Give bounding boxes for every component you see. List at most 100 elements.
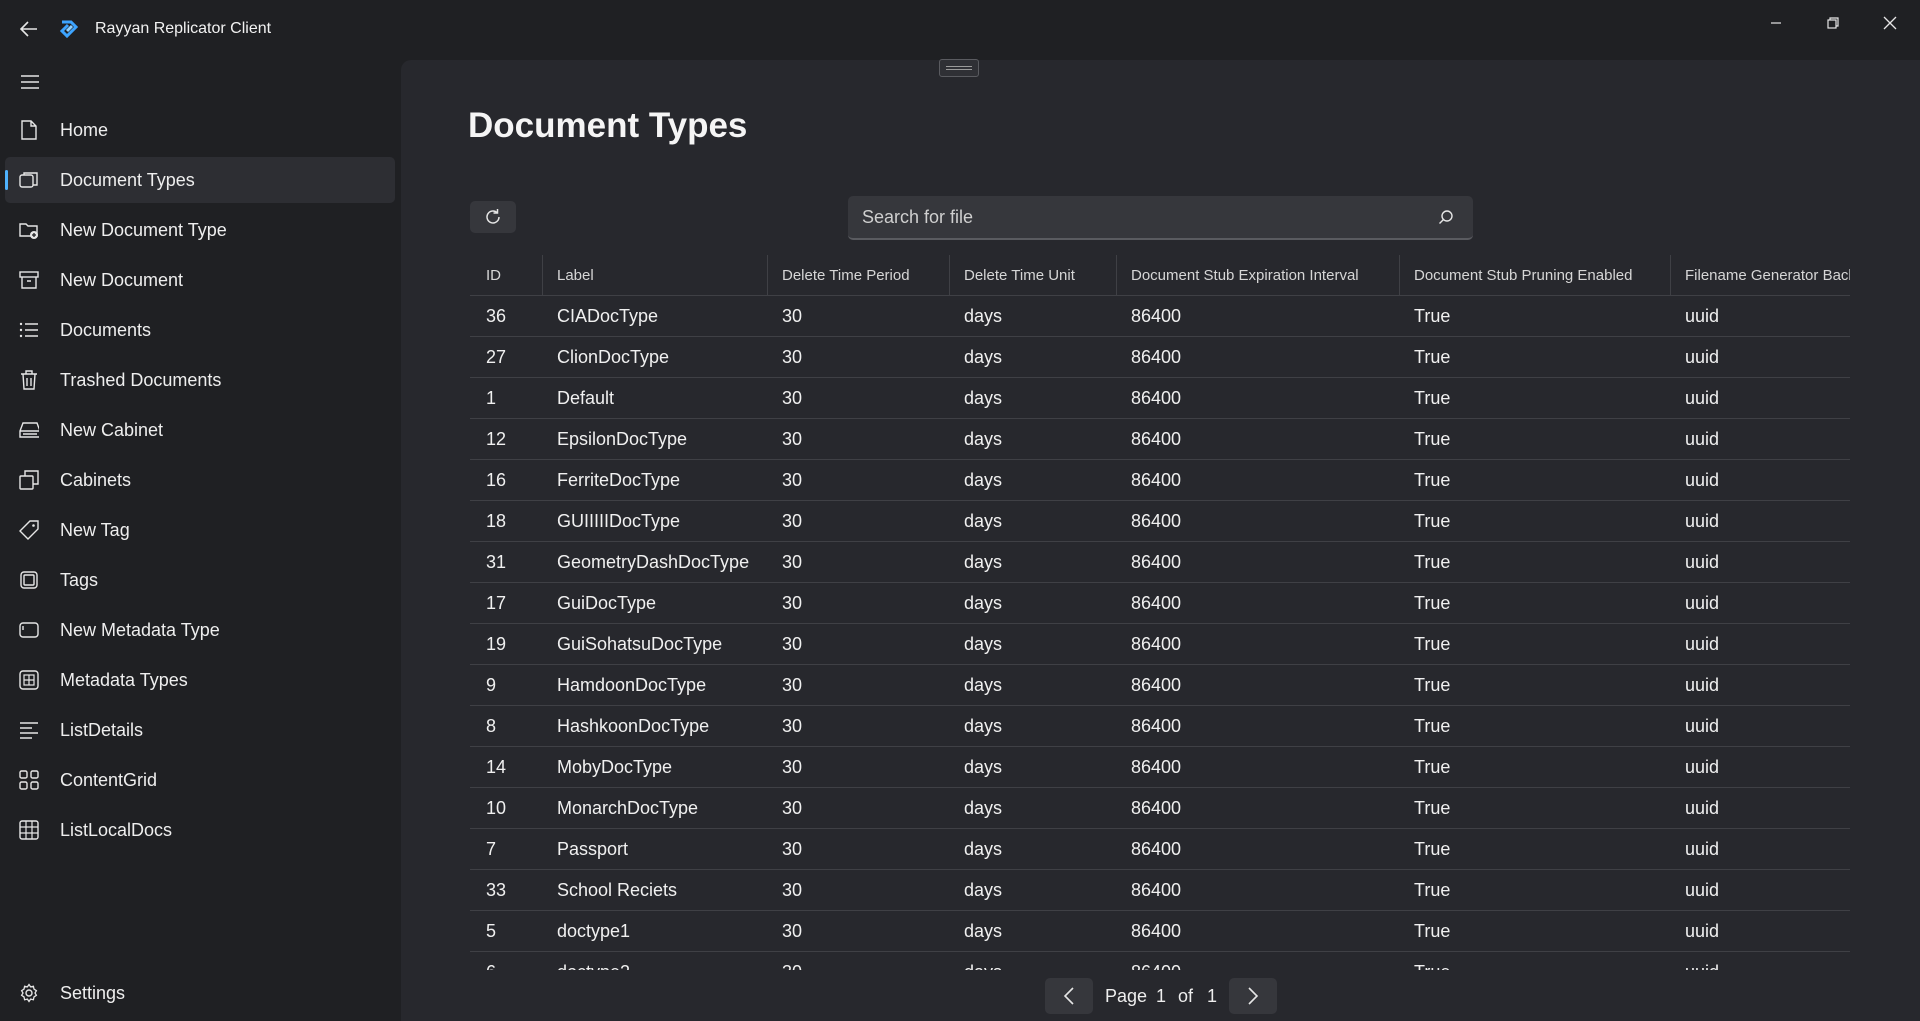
cell-stub-expiration-interval: 86400	[1131, 470, 1182, 490]
cell-id: 7	[486, 839, 497, 859]
sidebar-item-label: Tags	[60, 569, 99, 590]
cell-delete-time-unit: days	[964, 634, 1003, 654]
sidebar-item-documents[interactable]: Documents	[5, 307, 395, 353]
cell-filename-generator: uuid	[1685, 921, 1720, 941]
table-row[interactable]: 7 Passport 30 days 86400 True uuid	[470, 829, 1850, 870]
cell-delete-time-period: 30	[782, 798, 803, 818]
sidebar-item-tags[interactable]: Tags	[5, 557, 395, 603]
table-row[interactable]: 33 School Reciets 30 days 86400 True uuid	[470, 870, 1850, 911]
sidebar-item-new-document-type[interactable]: New Document Type	[5, 207, 395, 253]
cell-stub-pruning-enabled: True	[1414, 306, 1451, 326]
sidebar-item-document-types[interactable]: Document Types	[5, 157, 395, 203]
restore-button[interactable]	[1810, 6, 1856, 40]
cell-label: HashkoonDocType	[557, 716, 710, 736]
cell-delete-time-period: 30	[782, 511, 803, 531]
sidebar-item-listdetails[interactable]: ListDetails	[5, 707, 395, 753]
page-title: Document Types	[468, 106, 748, 145]
cell-stub-expiration-interval: 86400	[1131, 511, 1182, 531]
table-row[interactable]: 1 Default 30 days 86400 True uuid	[470, 378, 1850, 419]
sidebar-item-new-metadata-type[interactable]: New Metadata Type	[5, 607, 395, 653]
table-row[interactable]: 6 doctype2 30 days 86400 True uuid	[470, 952, 1850, 970]
trash-icon	[19, 370, 39, 390]
column-header-delete-time-period[interactable]: Delete Time Period	[767, 255, 949, 296]
search-icon[interactable]	[1438, 209, 1456, 227]
cell-label: GUIIIIIDocType	[557, 511, 681, 531]
cell-stub-pruning-enabled: True	[1414, 952, 1450, 970]
table-row[interactable]: 31 GeometryDashDocType 30 days 86400 True uuid	[470, 542, 1850, 583]
column-header-delete-time-unit[interactable]: Delete Time Unit	[949, 255, 1117, 296]
sidebar-item-label: New Metadata Type	[60, 619, 220, 640]
cell-stub-pruning-enabled: True	[1414, 552, 1451, 572]
sidebar-item-metadata-types[interactable]: Metadata Types	[5, 657, 395, 703]
cell-delete-time-unit: days	[964, 306, 1003, 326]
close-icon	[1883, 16, 1897, 30]
cell-stub-pruning-enabled: True	[1414, 839, 1451, 859]
table-row[interactable]: 14 MobyDocType 30 days 86400 True uuid	[470, 747, 1850, 788]
cell-id: 36	[486, 306, 507, 326]
cell-delete-time-unit: days	[964, 880, 1003, 900]
table-row[interactable]: 19 GuiSohatsuDocType 30 days 86400 True uuid	[470, 624, 1850, 665]
cell-id: 16	[486, 470, 507, 490]
cell-stub-expiration-interval: 86400	[1131, 429, 1182, 449]
sidebar-item-cabinets[interactable]: Cabinets	[5, 457, 395, 503]
cell-delete-time-period: 30	[782, 921, 803, 941]
cell-stub-pruning-enabled: True	[1414, 880, 1451, 900]
sidebar-item-trashed-documents[interactable]: Trashed Documents	[5, 357, 395, 403]
cell-delete-time-unit: days	[964, 952, 1002, 970]
column-header-filename-generator[interactable]: Filename Generator Back	[1670, 255, 1850, 296]
table-row[interactable]: 16 FerriteDocType 30 days 86400 True uuid	[470, 460, 1850, 501]
cell-delete-time-period: 30	[782, 593, 803, 613]
cell-filename-generator: uuid	[1685, 306, 1720, 326]
column-header-stub-pruning-enabled[interactable]: Document Stub Pruning Enabled	[1399, 255, 1671, 296]
hamburger-menu-button[interactable]	[14, 66, 46, 98]
sidebar-item-new-document[interactable]: New Document	[5, 257, 395, 303]
cell-stub-pruning-enabled: True	[1414, 716, 1451, 736]
table-row[interactable]: 17 GuiDocType 30 days 86400 True uuid	[470, 583, 1850, 624]
previous-page-button[interactable]	[1045, 978, 1093, 1014]
cell-stub-pruning-enabled: True	[1414, 593, 1451, 613]
sidebar-item-new-tag[interactable]: New Tag	[5, 507, 395, 553]
cell-delete-time-unit: days	[964, 921, 1003, 941]
cell-label: GuiSohatsuDocType	[557, 634, 723, 654]
grid-icon	[19, 770, 39, 790]
sidebar-item-label: Metadata Types	[60, 669, 188, 690]
table-row[interactable]: 12 EpsilonDocType 30 days 86400 True uuid	[470, 419, 1850, 460]
sidebar-item-label: Documents	[60, 319, 152, 340]
back-button[interactable]	[14, 14, 44, 44]
cell-id: 17	[486, 593, 507, 613]
table-row[interactable]: 18 GUIIIIIDocType 30 days 86400 True uuid	[470, 501, 1850, 542]
cell-id: 10	[486, 798, 507, 818]
drag-handle[interactable]	[939, 59, 979, 77]
sidebar-item-new-cabinet[interactable]: New Cabinet	[5, 407, 395, 453]
table-row[interactable]: 8 HashkoonDocType 30 days 86400 True uuid	[470, 706, 1850, 747]
cell-label: GeometryDashDocType	[557, 552, 750, 572]
search-input[interactable]	[862, 196, 1422, 238]
cell-delete-time-unit: days	[964, 470, 1003, 490]
cell-delete-time-period: 30	[782, 880, 803, 900]
refresh-button[interactable]	[470, 201, 516, 233]
cell-delete-time-period: 30	[782, 306, 803, 326]
gear-icon	[19, 983, 39, 1003]
table-row[interactable]: 36 CIADocType 30 days 86400 True uuid	[470, 296, 1850, 337]
table-row[interactable]: 10 MonarchDocType 30 days 86400 True uuid	[470, 788, 1850, 829]
close-button[interactable]	[1867, 6, 1913, 40]
minimize-button[interactable]	[1753, 6, 1799, 40]
cell-id: 8	[486, 716, 497, 736]
next-page-button[interactable]	[1229, 978, 1277, 1014]
cell-stub-pruning-enabled: True	[1414, 921, 1451, 941]
cell-stub-pruning-enabled: True	[1414, 675, 1451, 695]
column-header-label[interactable]: Label	[542, 255, 768, 296]
cell-stub-expiration-interval: 86400	[1131, 388, 1182, 408]
table-row[interactable]: 27 ClionDocType 30 days 86400 True uuid	[470, 337, 1850, 378]
column-header-id[interactable]: ID	[470, 255, 542, 296]
table-row[interactable]: 5 doctype1 30 days 86400 True uuid	[470, 911, 1850, 952]
sidebar-item-listlocaldocs[interactable]: ListLocalDocs	[5, 807, 395, 853]
sidebar-item-settings[interactable]: Settings	[5, 970, 395, 1016]
sidebar-item-home[interactable]: Home	[5, 107, 395, 153]
table-body: 36 CIADocType 30 days 86400 True uuid 27 ClionDo…	[470, 296, 1850, 970]
column-header-stub-expiration-interval[interactable]: Document Stub Expiration Interval	[1116, 255, 1399, 296]
sidebar-item-contentgrid[interactable]: ContentGrid	[5, 757, 395, 803]
cell-delete-time-unit: days	[964, 716, 1003, 736]
document-stack-icon	[19, 170, 39, 190]
table-row[interactable]: 9 HamdoonDocType 30 days 86400 True uuid	[470, 665, 1850, 706]
